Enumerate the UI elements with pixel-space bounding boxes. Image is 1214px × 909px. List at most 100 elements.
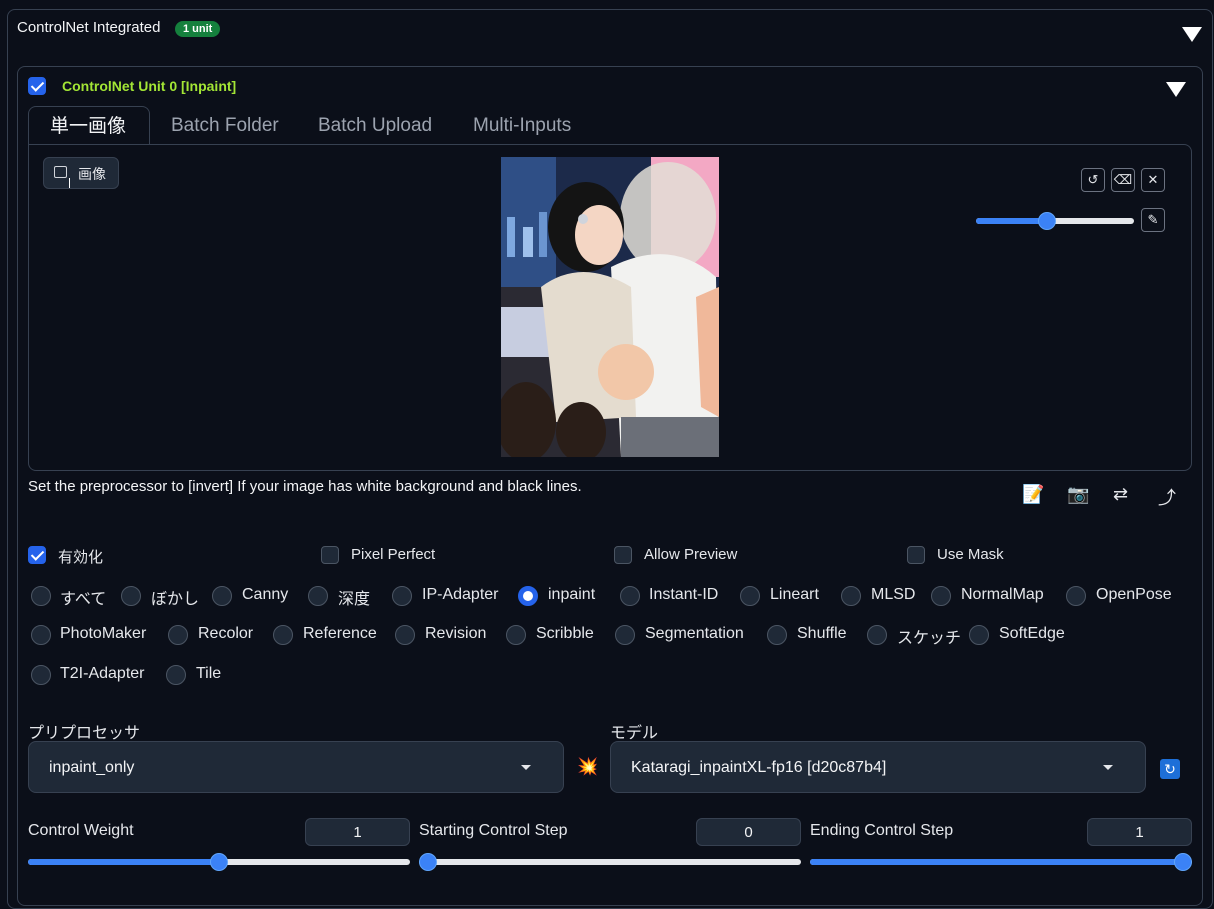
brush-size-thumb[interactable] (1038, 212, 1057, 230)
control-type-radio[interactable] (931, 586, 951, 606)
starting-step-input[interactable]: 0 (696, 818, 801, 846)
use-mask-checkbox[interactable] (907, 546, 925, 564)
edit-icon[interactable]: 📝 (1022, 484, 1044, 505)
control-type-label[interactable]: Segmentation (645, 625, 744, 643)
control-type-radio[interactable] (168, 625, 188, 645)
brush-size-slider[interactable] (976, 212, 1134, 230)
undo-icon[interactable]: ↺ (1081, 168, 1105, 192)
chevron-down-icon (1103, 765, 1113, 770)
control-type-label[interactable]: inpaint (548, 586, 595, 604)
tab-batch-folder[interactable]: Batch Folder (150, 106, 300, 144)
uploaded-image-picture (501, 157, 719, 457)
enable-checkbox[interactable] (28, 546, 46, 564)
control-weight-input[interactable]: 1 (305, 818, 410, 846)
tab-batch-upload[interactable]: Batch Upload (297, 106, 453, 144)
control-type-radio[interactable] (395, 625, 415, 645)
unit-title[interactable]: ControlNet Unit 0 [Inpaint] (62, 78, 236, 94)
control-type-label[interactable]: 深度 (338, 585, 370, 609)
control-type-radio[interactable] (620, 586, 640, 606)
control-type-radio[interactable] (308, 586, 328, 606)
control-type-radio[interactable] (392, 586, 412, 606)
control-type-label[interactable]: MLSD (871, 586, 915, 604)
tab-multi-inputs[interactable]: Multi-Inputs (452, 106, 592, 144)
control-type-radio[interactable] (31, 665, 51, 685)
model-dropdown[interactable]: Kataragi_inpaintXL-fp16 [d20c87b4] (610, 741, 1146, 793)
control-type-radio[interactable] (31, 625, 51, 645)
control-type-label[interactable]: すべて (60, 585, 106, 609)
image-icon (54, 166, 67, 178)
control-type-radio[interactable] (506, 625, 526, 645)
control-type-radio[interactable] (841, 586, 861, 606)
control-type-label[interactable]: スケッチ (897, 624, 961, 648)
control-type-label[interactable]: Shuffle (797, 625, 847, 643)
control-type-label[interactable]: IP-Adapter (422, 586, 498, 604)
starting-step-label: Starting Control Step (419, 822, 568, 839)
control-type-radio[interactable] (615, 625, 635, 645)
preprocessor-label: プリプロセッサ (28, 725, 141, 742)
control-type-label[interactable]: SoftEdge (999, 625, 1065, 643)
control-type-radio[interactable] (740, 586, 760, 606)
control-type-radio[interactable] (31, 586, 51, 606)
swap-icon[interactable]: ⇄ (1113, 484, 1128, 505)
camera-icon[interactable]: 📷 (1067, 484, 1089, 505)
refresh-models-icon[interactable]: ↻ (1160, 759, 1180, 779)
slider-thumb[interactable] (1174, 853, 1192, 871)
control-type-label[interactable]: Reference (303, 625, 377, 643)
pixel-perfect-label[interactable]: Pixel Perfect (351, 546, 435, 563)
unit-enable-checkbox[interactable] (28, 77, 46, 95)
model-value: Kataragi_inpaintXL-fp16 [d20c87b4] (631, 759, 887, 776)
preprocessor-dropdown[interactable]: inpaint_only (28, 741, 564, 793)
control-type-radio[interactable] (767, 625, 787, 645)
close-icon[interactable]: ✕ (1141, 168, 1165, 192)
ending-step-slider[interactable] (810, 853, 1192, 871)
slider-thumb[interactable] (419, 853, 437, 871)
preprocessor-hint: Set the preprocessor to [invert] If your… (28, 478, 582, 495)
control-type-label[interactable]: Revision (425, 625, 486, 643)
control-type-radio[interactable] (212, 586, 232, 606)
starting-step-slider[interactable] (419, 853, 801, 871)
pixel-perfect-checkbox[interactable] (321, 546, 339, 564)
preprocessor-value: inpaint_only (49, 759, 135, 776)
control-type-label[interactable]: Lineart (770, 586, 819, 604)
run-preprocessor-icon[interactable]: 💥 (577, 757, 598, 777)
image-label-text: 画像 (78, 166, 106, 182)
text-cursor-icon (69, 178, 70, 188)
enable-label[interactable]: 有効化 (58, 546, 103, 567)
control-type-radio[interactable] (969, 625, 989, 645)
slider-fill (810, 859, 1183, 865)
eraser-icon[interactable]: ⌫ (1111, 168, 1135, 192)
control-type-label[interactable]: OpenPose (1096, 586, 1172, 604)
control-type-label[interactable]: ぼかし (151, 585, 199, 609)
control-type-label[interactable]: Recolor (198, 625, 253, 643)
use-mask-label[interactable]: Use Mask (937, 546, 1004, 563)
unit-count-badge: 1 unit (175, 21, 221, 37)
slider-thumb[interactable] (210, 853, 228, 871)
ending-step-input[interactable]: 1 (1087, 818, 1192, 846)
control-type-radio[interactable] (867, 625, 887, 645)
control-weight-slider[interactable] (28, 853, 410, 871)
brush-size-fill (976, 218, 1048, 224)
accordion-title[interactable]: ControlNet Integrated (17, 19, 160, 36)
tab-single-image[interactable]: 単一画像 (28, 106, 150, 144)
control-type-label[interactable]: NormalMap (961, 586, 1044, 604)
image-label: 画像 (43, 157, 119, 189)
control-type-label[interactable]: Instant-ID (649, 586, 718, 604)
control-type-radio[interactable] (166, 665, 186, 685)
control-type-label[interactable]: PhotoMaker (60, 625, 146, 643)
control-type-label[interactable]: Scribble (536, 625, 594, 643)
control-type-label[interactable]: Tile (196, 665, 221, 683)
brush-icon[interactable]: ✎ (1141, 208, 1165, 232)
control-type-radio-selected[interactable] (518, 586, 538, 606)
control-type-label[interactable]: T2I-Adapter (60, 665, 144, 683)
collapse-accordion-icon[interactable] (1182, 27, 1202, 42)
control-type-radio[interactable] (273, 625, 293, 645)
allow-preview-label[interactable]: Allow Preview (644, 546, 737, 563)
allow-preview-checkbox[interactable] (614, 546, 632, 564)
control-weight-label: Control Weight (28, 822, 134, 839)
send-icon[interactable]: ⤴ (1158, 484, 1176, 510)
control-type-radio[interactable] (1066, 586, 1086, 606)
collapse-unit-icon[interactable] (1166, 82, 1186, 97)
control-type-label[interactable]: Canny (242, 586, 288, 604)
control-type-radio[interactable] (121, 586, 141, 606)
uploaded-image[interactable] (501, 157, 719, 457)
